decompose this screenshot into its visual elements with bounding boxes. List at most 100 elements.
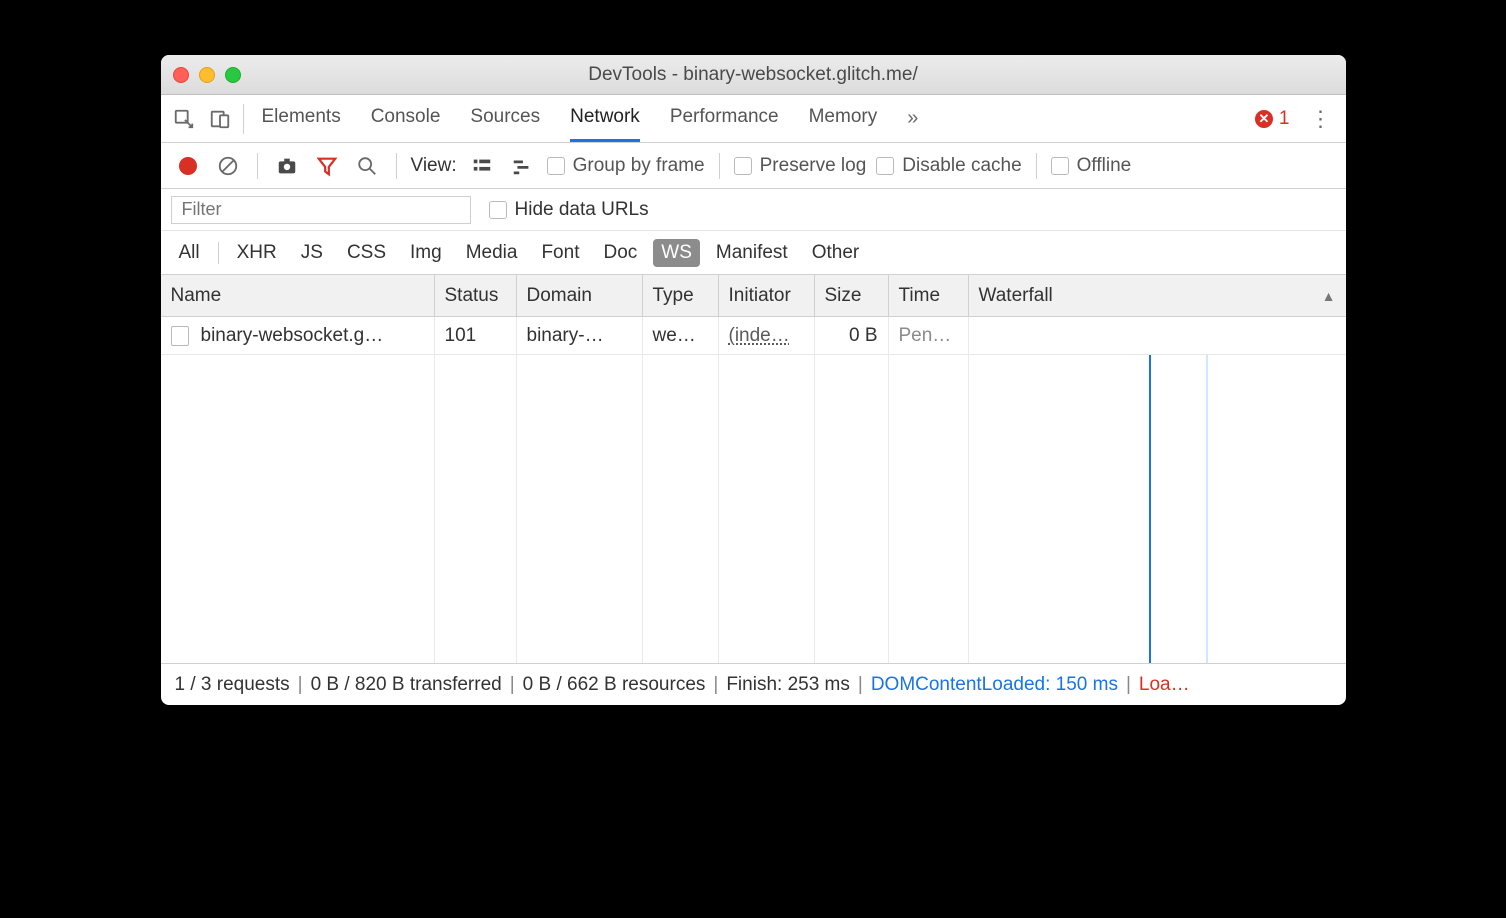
clear-icon	[217, 155, 239, 177]
camera-icon	[276, 155, 298, 177]
large-rows-button[interactable]	[467, 151, 497, 181]
titlebar: DevTools - binary-websocket.glitch.me/	[161, 55, 1346, 95]
waterfall-marker-load	[1206, 317, 1208, 663]
col-type[interactable]: Type	[643, 275, 719, 316]
tab-list: Elements Console Sources Network Perform…	[244, 95, 1255, 142]
table-body: binary-websocket.g… 101 binary-… we… (in…	[161, 317, 1346, 663]
filter-ws[interactable]: WS	[653, 239, 700, 267]
initiator-link[interactable]: (inde…	[729, 325, 790, 347]
filter-doc[interactable]: Doc	[595, 239, 645, 267]
cell-domain: binary-…	[517, 317, 643, 354]
tab-console[interactable]: Console	[371, 95, 441, 142]
tab-memory[interactable]: Memory	[809, 95, 878, 142]
tab-sources[interactable]: Sources	[470, 95, 540, 142]
col-initiator[interactable]: Initiator	[719, 275, 815, 316]
tab-elements[interactable]: Elements	[262, 95, 341, 142]
filter-xhr[interactable]: XHR	[229, 239, 285, 267]
cell-initiator: (inde…	[719, 317, 815, 354]
separator	[1036, 153, 1037, 179]
filter-media[interactable]: Media	[458, 239, 526, 267]
view-label: View:	[411, 155, 457, 177]
summary-transferred: 0 B / 820 B transferred	[311, 674, 502, 696]
cell-type: we…	[643, 317, 719, 354]
group-by-frame-option[interactable]: Group by frame	[547, 155, 705, 177]
cell-waterfall	[969, 317, 1346, 354]
filter-js[interactable]: JS	[293, 239, 331, 267]
file-icon	[171, 326, 189, 346]
timeline-icon	[511, 155, 533, 177]
funnel-icon	[316, 155, 338, 177]
filter-css[interactable]: CSS	[339, 239, 394, 267]
search-icon	[356, 155, 378, 177]
summary-bar: 1 / 3 requests | 0 B / 820 B transferred…	[161, 663, 1346, 705]
tab-performance[interactable]: Performance	[670, 95, 779, 142]
checkbox-icon	[547, 157, 565, 175]
cell-time: Pen…	[889, 317, 969, 354]
error-icon: ✕	[1255, 110, 1273, 128]
record-icon	[179, 157, 197, 175]
col-waterfall[interactable]: Waterfall▲	[969, 275, 1346, 316]
record-button[interactable]	[173, 151, 203, 181]
offline-option[interactable]: Offline	[1051, 155, 1132, 177]
list-icon	[471, 155, 493, 177]
separator	[257, 153, 258, 179]
requests-table: Name Status Domain Type Initiator Size T…	[161, 275, 1346, 663]
window-title: DevTools - binary-websocket.glitch.me/	[161, 64, 1346, 86]
checkbox-icon	[1051, 157, 1069, 175]
device-toolbar-icon[interactable]	[205, 104, 235, 134]
offline-label: Offline	[1077, 155, 1132, 177]
settings-menu-icon[interactable]: ⋮	[1300, 106, 1342, 132]
filter-button[interactable]	[312, 151, 342, 181]
more-tabs-icon[interactable]: »	[907, 107, 918, 130]
panel-tabs: Elements Console Sources Network Perform…	[161, 95, 1346, 143]
disable-cache-label: Disable cache	[902, 155, 1021, 177]
preserve-log-label: Preserve log	[760, 155, 867, 177]
summary-finish: Finish: 253 ms	[726, 674, 850, 696]
col-domain[interactable]: Domain	[517, 275, 643, 316]
group-by-frame-label: Group by frame	[573, 155, 705, 177]
summary-requests: 1 / 3 requests	[175, 674, 290, 696]
col-size[interactable]: Size	[815, 275, 889, 316]
separator	[719, 153, 720, 179]
filter-font[interactable]: Font	[533, 239, 587, 267]
summary-domcontentloaded: DOMContentLoaded: 150 ms	[871, 674, 1118, 696]
disable-cache-option[interactable]: Disable cache	[876, 155, 1021, 177]
hide-data-urls-label: Hide data URLs	[515, 199, 649, 221]
table-row[interactable]: binary-websocket.g… 101 binary-… we… (in…	[161, 317, 1346, 355]
error-indicator[interactable]: ✕ 1	[1255, 108, 1290, 130]
search-button[interactable]	[352, 151, 382, 181]
col-status[interactable]: Status	[435, 275, 517, 316]
col-name[interactable]: Name	[161, 275, 435, 316]
sort-indicator-icon: ▲	[1322, 288, 1336, 304]
filter-all[interactable]: All	[171, 239, 208, 267]
filter-input[interactable]	[171, 196, 471, 224]
separator	[218, 242, 219, 264]
overview-button[interactable]	[507, 151, 537, 181]
clear-button[interactable]	[213, 151, 243, 181]
filter-manifest[interactable]: Manifest	[708, 239, 796, 267]
tab-network[interactable]: Network	[570, 95, 640, 142]
resource-type-filters: All XHR JS CSS Img Media Font Doc WS Man…	[161, 231, 1346, 275]
checkbox-icon	[876, 157, 894, 175]
column-guides	[161, 317, 1346, 663]
summary-load: Loa…	[1139, 674, 1190, 696]
inspect-element-icon[interactable]	[169, 104, 199, 134]
col-time[interactable]: Time	[889, 275, 969, 316]
filter-bar: Hide data URLs	[161, 189, 1346, 231]
filter-other[interactable]: Other	[804, 239, 868, 267]
cell-name: binary-websocket.g…	[161, 317, 435, 354]
cell-status: 101	[435, 317, 517, 354]
capture-screenshots-button[interactable]	[272, 151, 302, 181]
hide-data-urls-option[interactable]: Hide data URLs	[489, 199, 649, 221]
separator	[396, 153, 397, 179]
waterfall-marker-dcl	[1149, 317, 1151, 663]
error-count: 1	[1279, 108, 1290, 130]
devtools-window: DevTools - binary-websocket.glitch.me/ E…	[161, 55, 1346, 705]
network-toolbar: View: Group by frame Preserve log Disabl…	[161, 143, 1346, 189]
preserve-log-option[interactable]: Preserve log	[734, 155, 867, 177]
table-header: Name Status Domain Type Initiator Size T…	[161, 275, 1346, 317]
checkbox-icon	[489, 201, 507, 219]
summary-resources: 0 B / 662 B resources	[523, 674, 706, 696]
waterfall-track	[969, 317, 1346, 663]
filter-img[interactable]: Img	[402, 239, 450, 267]
